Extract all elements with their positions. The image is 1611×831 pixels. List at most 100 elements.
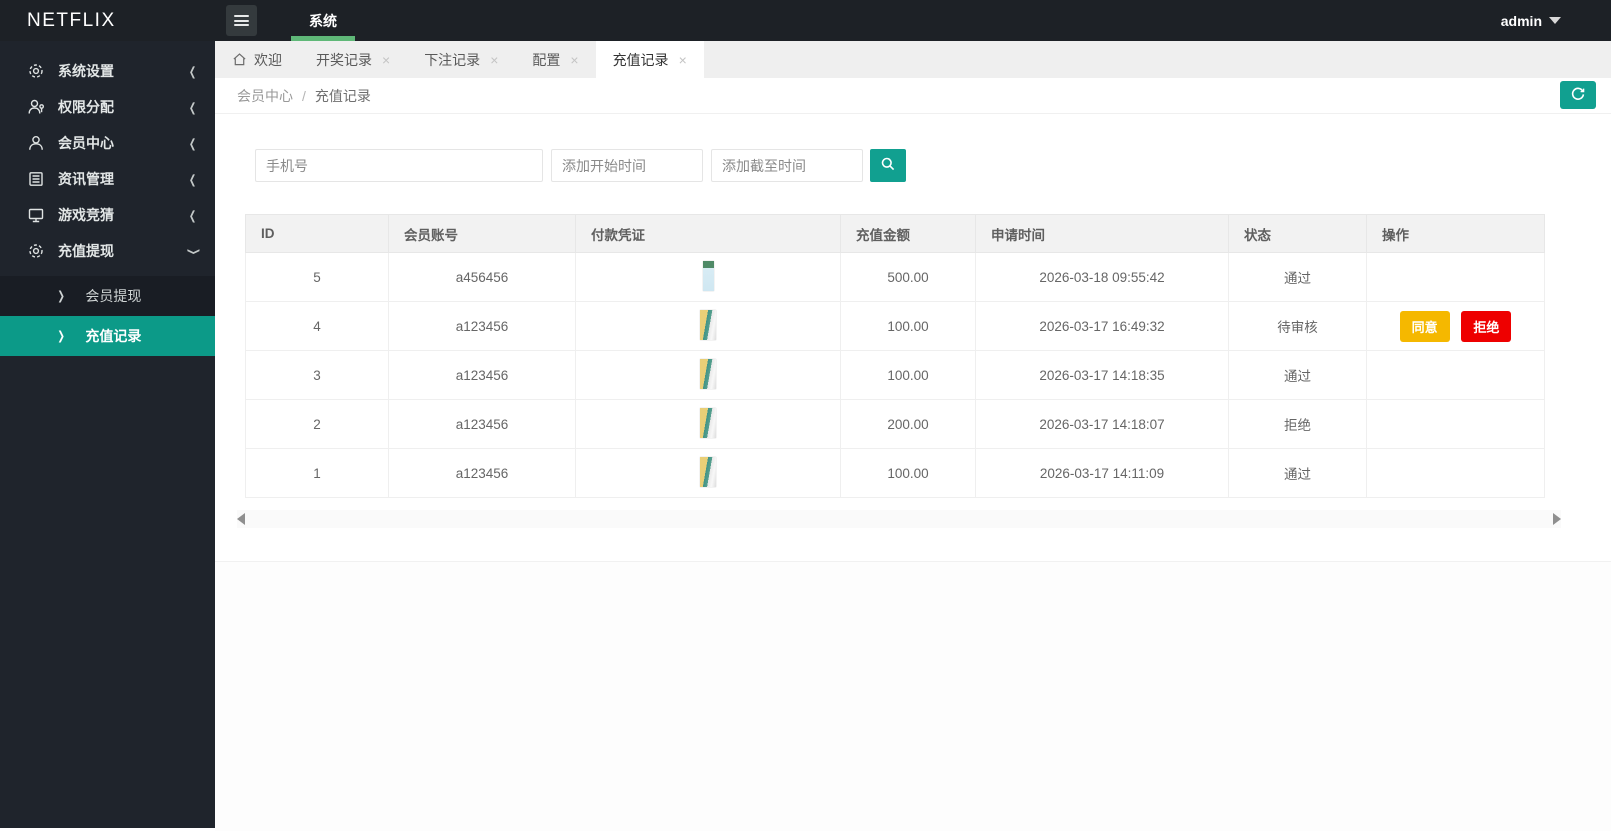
sidebar-subitem-label: 会员提现 <box>85 286 141 306</box>
user-menu[interactable]: admin <box>1501 13 1561 29</box>
tab-welcome[interactable]: 欢迎 <box>215 41 299 78</box>
cell-apply-time: 2026-03-17 14:18:07 <box>976 400 1229 449</box>
cell-account: a123456 <box>389 351 576 400</box>
cell-voucher <box>576 351 841 400</box>
hamburger-icon <box>234 13 249 29</box>
brand-logo: NETFLIX <box>0 10 215 32</box>
tab-draw-records[interactable]: 开奖记录 × <box>299 41 407 78</box>
table-row: 3 a123456 100.00 2026-03-17 14:18:35 通过 <box>246 351 1545 400</box>
voucher-thumbnail[interactable] <box>703 261 714 291</box>
content-footer-area <box>215 561 1611 831</box>
main-content: 欢迎 开奖记录 × 下注记录 × 配置 × 充值记录 × 会员中心 / 充值记录 <box>215 41 1611 828</box>
tab-bet-records[interactable]: 下注记录 × <box>407 41 515 78</box>
tab-label: 开奖记录 <box>316 50 372 70</box>
status-badge: 拒绝 <box>1229 400 1367 449</box>
cell-account: a123456 <box>389 449 576 498</box>
end-time-input[interactable] <box>711 149 863 182</box>
chevron-down-icon: ❮ <box>185 247 199 254</box>
cell-operation <box>1367 400 1545 449</box>
close-icon[interactable]: × <box>679 52 687 68</box>
caret-down-icon <box>1549 17 1561 24</box>
cell-amount: 100.00 <box>841 449 976 498</box>
chevron-left-icon: ❮ <box>189 64 196 78</box>
cell-id: 1 <box>246 449 389 498</box>
cell-id: 2 <box>246 400 389 449</box>
status-badge: 通过 <box>1229 351 1367 400</box>
scroll-right-icon[interactable] <box>1553 513 1561 525</box>
breadcrumb-parent[interactable]: 会员中心 <box>237 86 293 106</box>
cell-account: a123456 <box>389 400 576 449</box>
voucher-thumbnail[interactable] <box>700 359 716 389</box>
sidebar-item-news-management[interactable]: 资讯管理 ❮ <box>0 161 215 197</box>
scroll-left-icon[interactable] <box>237 513 245 525</box>
sidebar-item-system-settings[interactable]: 系统设置 ❮ <box>0 53 215 89</box>
chevron-left-icon: ❮ <box>189 136 196 150</box>
horizontal-scrollbar[interactable] <box>237 510 1561 528</box>
sidebar-subitem-label: 充值记录 <box>85 326 141 346</box>
refresh-button[interactable] <box>1560 81 1596 109</box>
sidebar-item-member-center[interactable]: 会员中心 ❮ <box>0 125 215 161</box>
cell-id: 3 <box>246 351 389 400</box>
tab-label: 下注记录 <box>424 50 480 70</box>
chevron-left-icon: ❮ <box>189 100 196 114</box>
breadcrumb-current: 充值记录 <box>315 86 371 106</box>
cell-operation <box>1367 253 1545 302</box>
col-header-operation: 操作 <box>1367 215 1545 253</box>
tab-recharge-records[interactable]: 充值记录 × <box>596 41 704 78</box>
sidebar-item-label: 会员中心 <box>58 133 114 153</box>
sidebar-item-label: 权限分配 <box>58 97 114 117</box>
cell-voucher <box>576 253 841 302</box>
cell-apply-time: 2026-03-17 14:18:35 <box>976 351 1229 400</box>
cell-id: 5 <box>246 253 389 302</box>
tab-label: 充值记录 <box>613 50 669 70</box>
sidebar-item-game-betting[interactable]: 游戏竞猜 ❮ <box>0 197 215 233</box>
voucher-thumbnail[interactable] <box>700 457 716 487</box>
cell-account: a456456 <box>389 253 576 302</box>
magnifier-icon <box>880 156 896 175</box>
recharge-records-table: ID 会员账号 付款凭证 充值金额 申请时间 状态 操作 5 a456456 5… <box>245 214 1545 498</box>
recharge-withdraw-submenu: ❯ 会员提现 ❯ 充值记录 <box>0 276 215 356</box>
voucher-thumbnail[interactable] <box>700 310 716 340</box>
refresh-icon <box>1570 86 1586 105</box>
phone-input[interactable] <box>255 149 543 182</box>
table-row: 5 a456456 500.00 2026-03-18 09:55:42 通过 <box>246 253 1545 302</box>
gear-icon <box>27 242 45 260</box>
cell-apply-time: 2026-03-18 09:55:42 <box>976 253 1229 302</box>
table-row: 4 a123456 100.00 2026-03-17 16:49:32 待审核… <box>246 302 1545 351</box>
username: admin <box>1501 13 1542 29</box>
cell-voucher <box>576 449 841 498</box>
breadcrumb: 会员中心 / 充值记录 <box>215 78 1611 114</box>
close-icon[interactable]: × <box>490 52 498 68</box>
status-badge: 待审核 <box>1229 302 1367 351</box>
cell-voucher <box>576 302 841 351</box>
tab-config[interactable]: 配置 × <box>515 41 595 78</box>
agree-button[interactable]: 同意 <box>1400 311 1450 342</box>
tab-bar: 欢迎 开奖记录 × 下注记录 × 配置 × 充值记录 × <box>215 41 1611 78</box>
sidebar-item-recharge-withdraw[interactable]: 充值提现 ❮ <box>0 233 215 269</box>
sidebar-item-label: 资讯管理 <box>58 169 114 189</box>
cell-amount: 500.00 <box>841 253 976 302</box>
cell-amount: 100.00 <box>841 302 976 351</box>
sidebar-item-label: 游戏竞猜 <box>58 205 114 225</box>
close-icon[interactable]: × <box>570 52 578 68</box>
sidebar-toggle-button[interactable] <box>226 5 257 36</box>
tab-label: 欢迎 <box>254 50 282 70</box>
sidebar-subitem-recharge-records[interactable]: ❯ 充值记录 <box>0 316 215 356</box>
cell-amount: 200.00 <box>841 400 976 449</box>
col-header-amount: 充值金额 <box>841 215 976 253</box>
home-icon <box>232 52 247 67</box>
voucher-thumbnail[interactable] <box>700 408 716 438</box>
sidebar-item-label: 充值提现 <box>58 241 114 261</box>
table-row: 1 a123456 100.00 2026-03-17 14:11:09 通过 <box>246 449 1545 498</box>
refuse-button[interactable]: 拒绝 <box>1461 311 1511 342</box>
sidebar-subitem-member-withdraw[interactable]: ❯ 会员提现 <box>0 276 215 316</box>
start-time-input[interactable] <box>551 149 703 182</box>
cell-operation <box>1367 351 1545 400</box>
search-button[interactable] <box>870 149 906 182</box>
chevron-left-icon: ❮ <box>189 172 196 186</box>
close-icon[interactable]: × <box>382 52 390 68</box>
sidebar-item-permissions[interactable]: 权限分配 ❮ <box>0 89 215 125</box>
topnav-system[interactable]: 系统 <box>291 0 355 41</box>
sidebar: 系统设置 ❮ 权限分配 ❮ 会员中心 ❮ 资讯管理 ❮ <box>0 41 215 828</box>
gear-icon <box>27 62 45 80</box>
